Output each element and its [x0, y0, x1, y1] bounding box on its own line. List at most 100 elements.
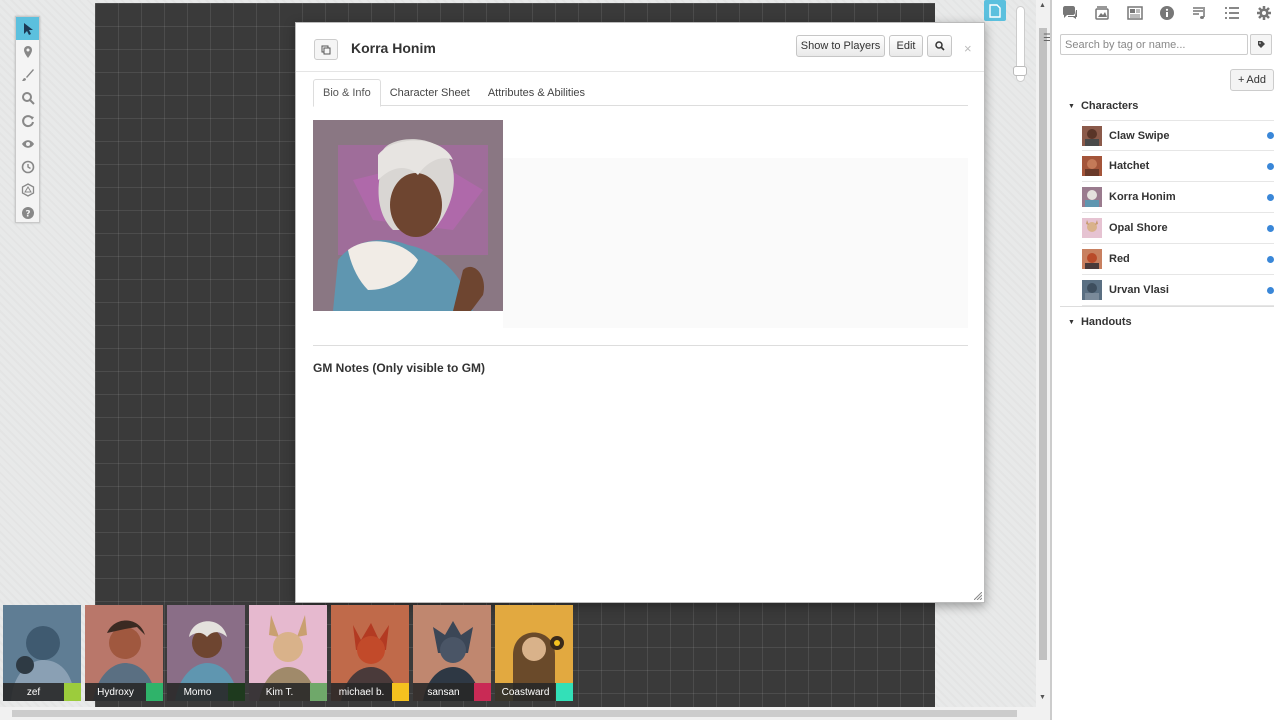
character-name: Red — [1109, 253, 1130, 265]
clock-icon[interactable] — [16, 155, 39, 178]
tool-palette: ? — [15, 16, 40, 223]
avatar — [1082, 280, 1102, 300]
folder-label: Characters — [1080, 100, 1139, 112]
divider — [1060, 306, 1274, 307]
list-icon[interactable] — [1222, 3, 1242, 23]
folder-characters[interactable]: ▼ Characters — [1068, 100, 1138, 112]
player-avatar[interactable]: michael b. — [331, 605, 409, 701]
scroll-down-arrow-icon[interactable]: ▼ — [1039, 694, 1046, 701]
add-button-label: Add — [1246, 74, 1266, 86]
list-item[interactable]: Urvan Vlasi — [1082, 275, 1274, 306]
brush-icon[interactable] — [16, 63, 39, 86]
list-item[interactable]: Hatchet — [1082, 151, 1274, 182]
info-icon[interactable] — [1157, 3, 1177, 23]
scrollbar-thumb[interactable] — [1039, 28, 1047, 660]
player-avatar[interactable]: Momo — [167, 605, 245, 701]
resize-handle-icon[interactable] — [974, 592, 982, 600]
dialog-tabs: Bio & Info Character Sheet Attributes & … — [313, 79, 968, 107]
music-icon[interactable] — [1189, 3, 1209, 23]
list-item[interactable]: Korra Honim — [1082, 182, 1274, 213]
player-color-swatch[interactable] — [146, 683, 163, 701]
zoom-icon[interactable] — [16, 86, 39, 109]
character-dialog: Korra Honim Show to Players Edit × Bio &… — [295, 22, 985, 603]
select-arrow-icon[interactable] — [16, 17, 39, 40]
plus-icon: + — [1237, 74, 1245, 86]
divider — [313, 345, 968, 346]
list-item[interactable]: Opal Shore — [1082, 213, 1274, 244]
tag-filter-button[interactable] — [1250, 34, 1272, 55]
caret-down-icon: ▼ — [1068, 102, 1075, 110]
edit-button[interactable]: Edit — [889, 35, 923, 57]
player-color-swatch[interactable] — [392, 683, 409, 701]
search-icon — [934, 41, 945, 51]
list-item[interactable]: Red — [1082, 244, 1274, 275]
character-portrait — [313, 120, 503, 311]
horizontal-scrollbar[interactable] — [0, 707, 1050, 720]
character-name: Opal Shore — [1109, 222, 1168, 234]
page-toolbar-icon[interactable] — [984, 0, 1006, 21]
player-color-swatch[interactable] — [310, 683, 327, 701]
player-bar: zef Hydroxy Momo Kim T. michael b. sansa… — [3, 605, 573, 701]
folder-handouts[interactable]: ▼ Handouts — [1068, 316, 1132, 328]
player-color-swatch[interactable] — [474, 683, 491, 701]
eye-icon[interactable] — [16, 132, 39, 155]
zoom-slider-handle[interactable] — [1013, 66, 1027, 76]
player-avatar[interactable]: zef — [3, 605, 81, 701]
folder-label: Handouts — [1080, 316, 1132, 328]
player-color-swatch[interactable] — [556, 683, 573, 701]
gear-icon[interactable] — [1254, 3, 1274, 23]
show-to-players-button[interactable]: Show to Players — [796, 35, 885, 57]
popout-button[interactable] — [314, 39, 338, 60]
help-icon[interactable]: ? — [16, 201, 39, 224]
status-dot — [1267, 224, 1274, 232]
player-avatar[interactable]: Kim T. — [249, 605, 327, 701]
list-item[interactable]: Claw Swipe — [1082, 120, 1274, 151]
character-name: Hatchet — [1109, 160, 1150, 172]
scrollbar-thumb[interactable] — [12, 710, 1017, 717]
character-name: Urvan Vlasi — [1109, 284, 1169, 296]
scroll-up-arrow-icon[interactable]: ▲ — [1039, 2, 1046, 9]
chat-icon[interactable] — [1060, 3, 1080, 23]
search-button[interactable] — [927, 35, 952, 57]
player-color-swatch[interactable] — [64, 683, 81, 701]
d20-icon[interactable] — [16, 178, 39, 201]
tab-bio-info[interactable]: Bio & Info — [313, 79, 381, 107]
close-icon[interactable]: × — [964, 41, 972, 56]
avatar — [1082, 249, 1102, 269]
map-pin-icon[interactable] — [16, 40, 39, 63]
player-avatar[interactable]: sansan — [413, 605, 491, 701]
status-dot — [1267, 255, 1274, 263]
art-library-icon[interactable] — [1092, 3, 1112, 23]
menu-handle-icon[interactable]: ☰ — [1043, 33, 1052, 44]
dialog-title: Korra Honim — [351, 40, 436, 56]
character-name: Claw Swipe — [1109, 129, 1170, 142]
bio-area — [503, 158, 968, 328]
avatar — [1082, 218, 1102, 238]
character-list: Claw Swipe Hatchet Korra Honim Opal Shor… — [1082, 120, 1274, 306]
caret-down-icon: ▼ — [1068, 318, 1075, 326]
vertical-scrollbar[interactable]: ▲ ▼ — [1036, 0, 1050, 707]
player-avatar[interactable]: Hydroxy — [85, 605, 163, 701]
status-dot — [1267, 132, 1274, 139]
dialog-header: Korra Honim Show to Players Edit × — [296, 23, 984, 72]
add-button[interactable]: + Add — [1230, 69, 1274, 91]
player-color-swatch[interactable] — [228, 683, 245, 701]
avatar — [1082, 187, 1102, 207]
character-name: Korra Honim — [1109, 191, 1176, 203]
tag-icon — [1257, 41, 1265, 48]
right-sidebar: + Add ▼ Characters Claw Swipe Hatchet Ko… — [1050, 0, 1280, 720]
refresh-icon[interactable] — [16, 109, 39, 132]
sidebar-tab-bar — [1060, 2, 1280, 24]
avatar — [1082, 156, 1102, 176]
status-dot — [1267, 193, 1274, 201]
status-dot — [1267, 162, 1274, 170]
player-avatar[interactable]: Coastward — [495, 605, 573, 701]
avatar — [1082, 125, 1102, 146]
status-dot — [1267, 286, 1274, 294]
tab-attributes-abilities[interactable]: Attributes & Abilities — [479, 79, 594, 106]
journal-icon[interactable] — [1125, 3, 1145, 23]
gm-notes-heading: GM Notes (Only visible to GM) — [313, 361, 486, 375]
svg-text:?: ? — [25, 209, 30, 219]
tab-character-sheet[interactable]: Character Sheet — [381, 79, 479, 106]
search-input[interactable] — [1060, 34, 1248, 55]
